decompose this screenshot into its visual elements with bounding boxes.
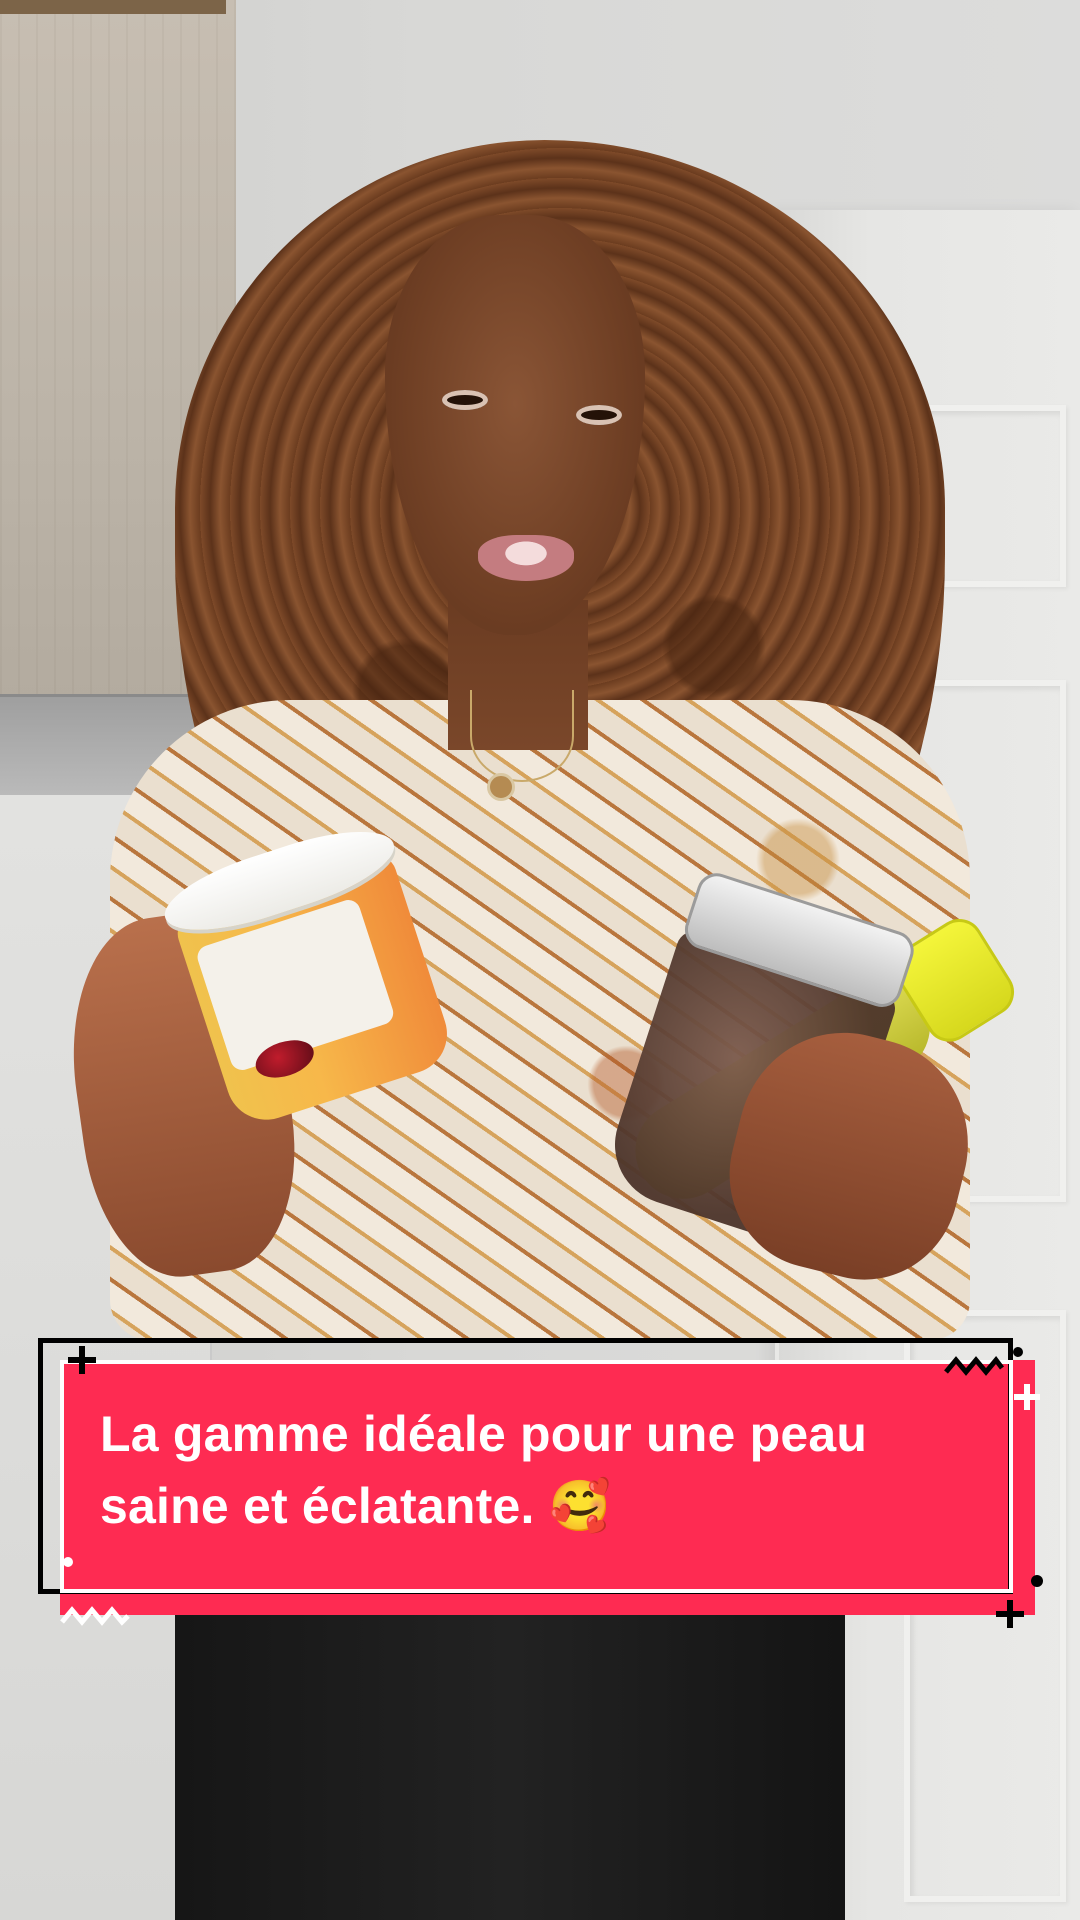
plus-icon bbox=[1014, 1384, 1040, 1410]
zigzag-icon bbox=[60, 1604, 130, 1628]
video-frame[interactable]: La gamme idéale pour une peau saine et é… bbox=[0, 0, 1080, 1920]
dot-icon bbox=[1030, 1574, 1044, 1588]
plus-icon bbox=[996, 1600, 1024, 1628]
zigzag-icon bbox=[944, 1354, 1004, 1376]
mouth bbox=[478, 535, 574, 581]
caption-line-2: saine et éclatante. 🥰 bbox=[100, 1478, 612, 1534]
caption-line-1: La gamme idéale pour une peau bbox=[100, 1406, 868, 1462]
dot-icon bbox=[62, 1556, 74, 1568]
black-trousers bbox=[175, 1610, 845, 1920]
right-eye bbox=[576, 405, 622, 425]
plus-icon bbox=[68, 1346, 96, 1374]
caption-overlay: La gamme idéale pour une peau saine et é… bbox=[38, 1338, 1048, 1638]
necklace bbox=[470, 690, 574, 782]
dot-icon bbox=[1012, 1346, 1024, 1358]
necklace-pendant bbox=[487, 773, 515, 801]
left-eye bbox=[442, 390, 488, 410]
caption-text: La gamme idéale pour une peau saine et é… bbox=[100, 1398, 1000, 1542]
